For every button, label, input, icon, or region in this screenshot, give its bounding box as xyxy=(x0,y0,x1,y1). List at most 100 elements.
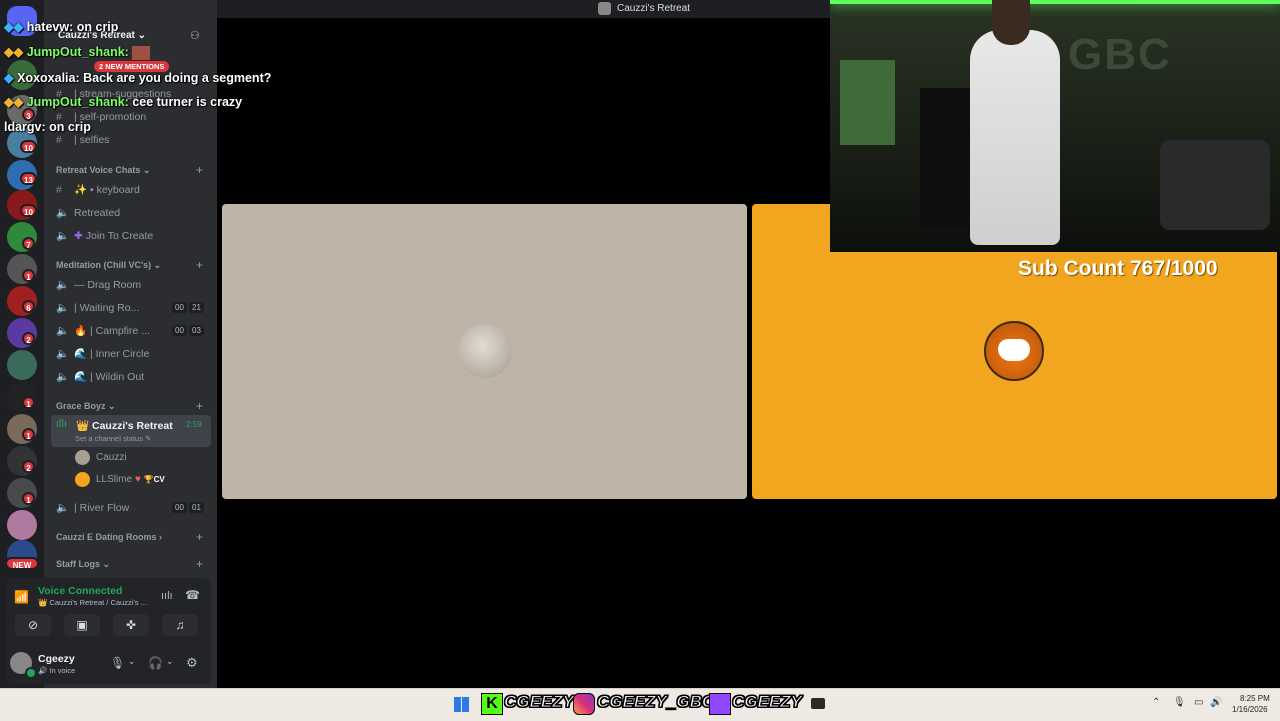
channel-status-prompt[interactable]: Set a channel status ✎ xyxy=(75,434,151,443)
webcam-feed: GBC xyxy=(830,0,1280,252)
category-meditation[interactable]: Meditation (Chill VC's) ⌄ xyxy=(56,260,161,271)
mic-tray-icon[interactable]: 🎙 xyxy=(1173,697,1186,708)
online-dot xyxy=(25,667,37,679)
channel-inner-circle[interactable]: 🔈 🌊 | Inner Circle xyxy=(56,347,149,360)
channel-keyboard[interactable]: # ✨ • keyboard xyxy=(56,183,140,196)
sparkle-icon: ✨ xyxy=(74,184,88,196)
channel-label: Drag Room xyxy=(87,279,142,291)
headphones-icon[interactable]: 🎧 xyxy=(148,656,163,670)
camera-off-button[interactable]: ⊘ xyxy=(15,614,51,636)
wall-sign: GBC xyxy=(1068,30,1172,79)
speaker-icon: 🔈 xyxy=(56,502,70,514)
speaker-icon: 🔈 xyxy=(56,302,70,314)
status-text: Set a channel status xyxy=(75,434,143,443)
mention-badge: 13 xyxy=(20,172,37,185)
person-head xyxy=(992,0,1030,45)
fire-icon: 🔥 xyxy=(74,325,88,337)
network-icon[interactable]: ▭ xyxy=(1194,697,1203,708)
hash-icon: # xyxy=(56,184,62,196)
disconnect-icon[interactable]: ☎ xyxy=(185,588,200,602)
twitch-icon xyxy=(709,693,731,715)
server-icon[interactable] xyxy=(7,510,37,540)
speaker-icon: 🔈 xyxy=(56,348,70,360)
clock-time[interactable]: 8:25 PM xyxy=(1240,694,1270,703)
chevron-down-icon[interactable]: ⌄ xyxy=(128,656,136,667)
speaker-icon: 🔈 xyxy=(56,325,70,337)
chat-user: ldargv: xyxy=(4,120,46,134)
server-icon[interactable] xyxy=(7,350,37,380)
avatar xyxy=(75,450,90,465)
category-grace-boyz[interactable]: Grace Boyz ⌄ xyxy=(56,401,116,412)
noise-suppression-icon[interactable]: ıılı xyxy=(161,590,173,602)
chat-message: ◆ Xoxoxalia: Back are you doing a segmen… xyxy=(4,70,271,85)
channel-campfire[interactable]: 🔈 🔥 | Campfire ... xyxy=(56,324,150,337)
screen-share-button[interactable]: ▣ xyxy=(64,614,100,636)
twitch-handle: CGEEZY xyxy=(732,692,803,712)
category-staff-logs[interactable]: Staff Logs ⌄ xyxy=(56,559,110,570)
channel-selfies[interactable]: # | selfies xyxy=(56,134,109,146)
mention-badge: 1 xyxy=(22,396,35,409)
chevron-down-icon[interactable]: ⌄ xyxy=(166,656,174,667)
microphone-icon[interactable]: 🎙 xyxy=(110,656,125,670)
connection-icon: 📶 xyxy=(14,590,29,604)
gear-icon[interactable]: ⚙ xyxy=(186,655,198,671)
channel-retreated[interactable]: 🔈 Retreated xyxy=(56,206,120,219)
hash-icon: # xyxy=(56,134,62,146)
chat-text: on crip xyxy=(49,120,91,134)
add-channel-icon[interactable]: + xyxy=(196,258,203,272)
channel-label: | Campfire ... xyxy=(90,325,150,337)
voice-location[interactable]: 👑 Cauzzi's Retreat / Cauzzi's ... xyxy=(38,598,147,607)
category-label: Meditation (Chill VC's) xyxy=(56,260,152,270)
category-label: Grace Boyz xyxy=(56,401,106,411)
add-channel-icon[interactable]: + xyxy=(196,163,203,177)
member-tag: CV xyxy=(153,475,165,484)
activities-button[interactable]: ✜ xyxy=(113,614,149,636)
windows-start-icon[interactable] xyxy=(454,697,469,712)
title-icon xyxy=(598,2,611,15)
member-label: LLSlime xyxy=(96,474,133,485)
shelf xyxy=(920,88,970,228)
plus-icon: ✚ xyxy=(74,230,83,242)
category-retreat-voice[interactable]: Retreat Voice Chats ⌄ xyxy=(56,165,150,176)
username[interactable]: Cgeezy xyxy=(38,653,75,665)
add-channel-icon[interactable]: + xyxy=(196,399,203,413)
voice-status[interactable]: Voice Connected xyxy=(38,585,122,597)
channel-waiting-room[interactable]: 🔈 | Waiting Ro... xyxy=(56,301,139,314)
member-name[interactable]: Cauzzi xyxy=(96,452,127,463)
speaker-icon: 🔈 xyxy=(56,371,70,383)
sub-count: Sub Count 767/1000 xyxy=(1018,257,1218,280)
volume-icon[interactable]: 🔊 xyxy=(1210,697,1222,708)
chat-message: ◆◆ hatevw: on crip xyxy=(4,19,118,34)
person-body xyxy=(970,30,1060,245)
new-badge: NEW xyxy=(5,557,39,570)
channel-join-to-create[interactable]: 🔈 ✚ Join To Create xyxy=(56,229,153,242)
poster xyxy=(840,60,895,145)
clock-date[interactable]: 1/16/2026 xyxy=(1232,705,1268,714)
channel-label: Cauzzi's Retreat xyxy=(92,420,173,432)
channel-label: | selfies xyxy=(74,134,110,146)
channel-label: | Wildin Out xyxy=(90,371,145,383)
add-member-icon[interactable]: ⚇ xyxy=(190,29,200,42)
kick-handle: CGEEZY xyxy=(504,692,575,712)
channel-wildin-out[interactable]: 🔈 🌊 | Wildin Out xyxy=(56,370,144,383)
add-channel-icon[interactable]: + xyxy=(196,557,203,571)
category-label: Staff Logs xyxy=(56,559,100,569)
channel-river-flow[interactable]: 🔈 | River Flow xyxy=(56,501,129,514)
channel-label: | River Flow xyxy=(74,502,130,514)
badge-icon: ◆◆ xyxy=(4,95,24,109)
wave-icon: 🌊 xyxy=(74,371,88,383)
category-label: Retreat Voice Chats xyxy=(56,165,141,175)
category-label: Cauzzi E Dating Rooms xyxy=(56,532,157,542)
active-channel-name: 👑 Cauzzi's Retreat xyxy=(76,420,173,432)
add-channel-icon[interactable]: + xyxy=(196,530,203,544)
member-name[interactable]: LLSlime ♥ 🏆CV xyxy=(96,474,165,485)
tray-chevron-icon[interactable]: ⌃ xyxy=(1152,697,1160,708)
mention-badge: 2 xyxy=(22,332,35,345)
channel-drag-room[interactable]: 🔈 — Drag Room xyxy=(56,278,141,291)
location-text: Cauzzi's Retreat / Cauzzi's ... xyxy=(49,598,147,607)
soundboard-button[interactable]: ♫ xyxy=(162,614,198,636)
channel-label: Join To Create xyxy=(85,230,154,242)
terminal-icon[interactable] xyxy=(811,698,825,709)
channel-label: Retreated xyxy=(74,207,121,219)
category-dating-rooms[interactable]: Cauzzi E Dating Rooms › xyxy=(56,532,162,542)
